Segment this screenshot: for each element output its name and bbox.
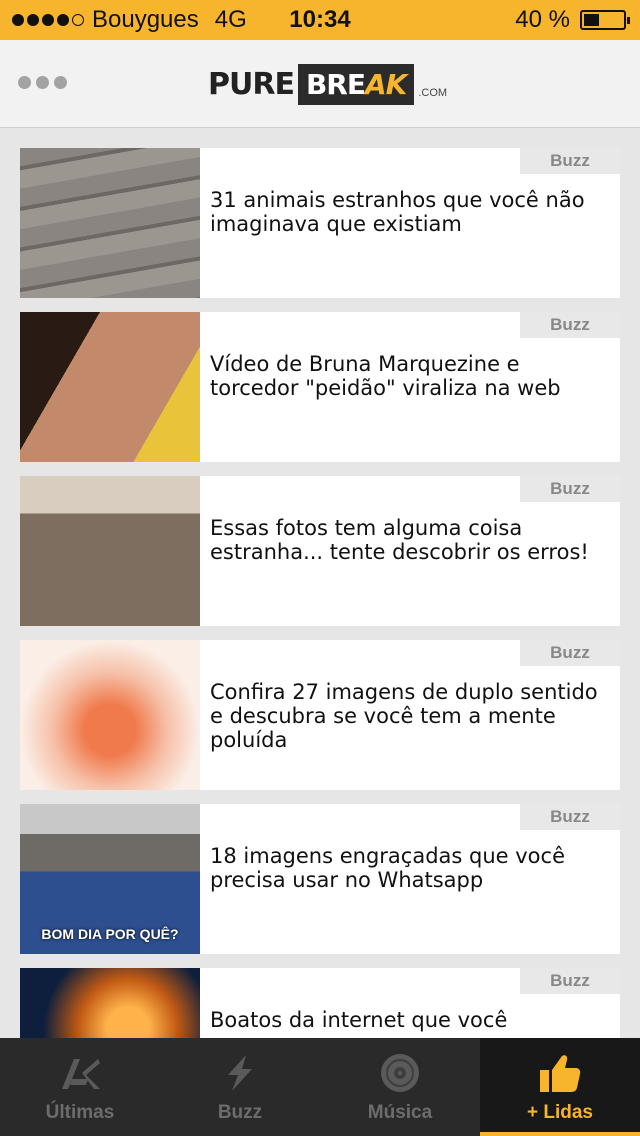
article-title: Boatos da internet que você: [210, 1008, 508, 1032]
tab-musica[interactable]: Música: [320, 1038, 480, 1136]
category-tag: Buzz: [520, 148, 620, 174]
logo-break: BREAK: [297, 63, 415, 105]
article-thumbnail: [20, 476, 200, 626]
tab-ultimas[interactable]: Últimas: [0, 1038, 160, 1136]
article-title: Vídeo de Bruna Marquezine e torcedor "pe…: [210, 352, 561, 400]
ak-logo-icon: [57, 1050, 103, 1096]
category-tag: Buzz: [520, 968, 620, 994]
tab-label: Últimas: [45, 1102, 115, 1123]
logo-com: .COM: [418, 87, 448, 99]
article-card[interactable]: Buzz Vídeo de Bruna Marquezine e torcedo…: [20, 312, 620, 462]
tab-buzz[interactable]: Buzz: [160, 1038, 320, 1136]
thumbs-up-icon: [537, 1050, 583, 1096]
tab-label: + Lidas: [527, 1102, 593, 1123]
thumbnail-caption: BOM DIA POR QUÊ?: [41, 926, 179, 942]
article-title: Essas fotos tem alguma coisa estranha...…: [210, 516, 589, 564]
category-tag: Buzz: [520, 640, 620, 666]
article-card[interactable]: Buzz Essas fotos tem alguma coisa estran…: [20, 476, 620, 626]
more-menu-icon[interactable]: [18, 76, 67, 89]
article-thumbnail: [20, 312, 200, 462]
category-tag: Buzz: [520, 476, 620, 502]
article-thumbnail: BOM DIA POR QUÊ?: [20, 804, 200, 954]
lightning-icon: [217, 1050, 263, 1096]
purebreak-logo[interactable]: PURE BREAK .COM: [208, 60, 447, 108]
app-header: PURE BREAK .COM: [0, 40, 640, 128]
article-thumbnail: [20, 640, 200, 790]
article-card[interactable]: Buzz Confira 27 imagens de duplo sentido…: [20, 640, 620, 790]
logo-pure: PURE: [208, 66, 295, 102]
article-title: 31 animais estranhos que você não imagin…: [210, 188, 585, 236]
battery-icon: [580, 10, 630, 30]
tab-bar: Últimas Buzz Música + Lidas: [0, 1038, 640, 1136]
article-title: 18 imagens engraçadas que você precisa u…: [210, 844, 566, 892]
tab-mais-lidas[interactable]: + Lidas: [480, 1038, 640, 1136]
battery-percent: 40 %: [515, 6, 570, 33]
status-bar: Bouygues 4G 10:34 40 %: [0, 0, 640, 40]
article-title: Confira 27 imagens de duplo sentido e de…: [210, 680, 598, 752]
article-thumbnail: [20, 148, 200, 298]
article-card[interactable]: Buzz 31 animais estranhos que você não i…: [20, 148, 620, 298]
category-tag: Buzz: [520, 312, 620, 338]
tab-label: Buzz: [217, 1102, 263, 1123]
article-card[interactable]: BOM DIA POR QUÊ? Buzz 18 imagens engraça…: [20, 804, 620, 954]
vinyl-record-icon: [377, 1050, 423, 1096]
status-right: 40 %: [515, 6, 630, 34]
article-feed: Buzz 31 animais estranhos que você não i…: [20, 148, 620, 1132]
category-tag: Buzz: [520, 804, 620, 830]
tab-label: Música: [367, 1102, 433, 1123]
